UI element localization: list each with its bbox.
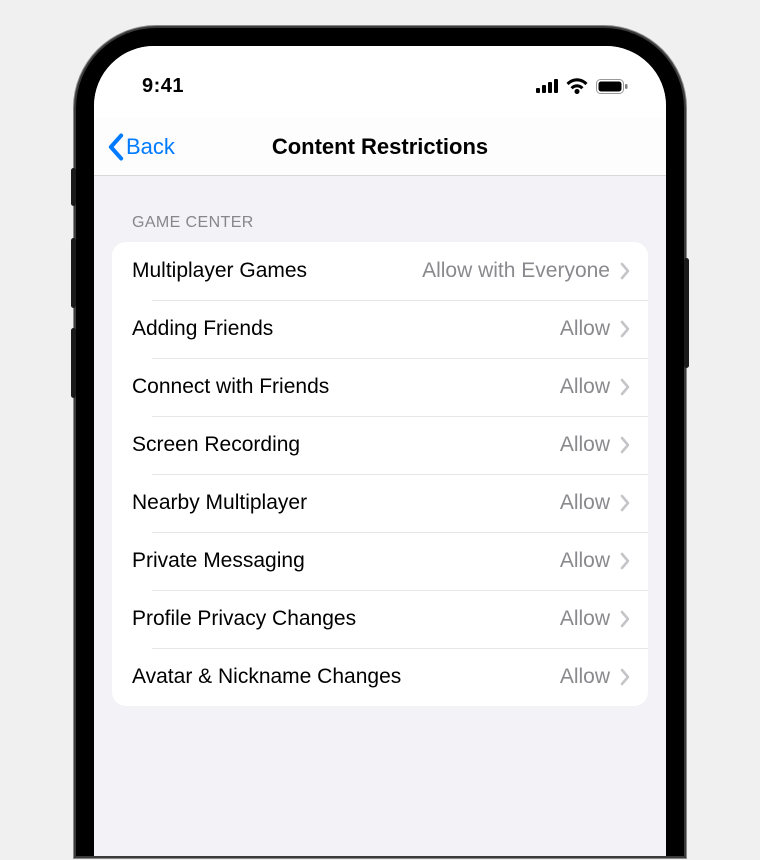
phone-frame: 9:41 [76,28,684,856]
chevron-right-icon [620,552,630,570]
row-label: Adding Friends [132,317,273,341]
volume-down-button [71,328,76,398]
chevron-right-icon [620,494,630,512]
battery-icon [596,79,628,94]
status-bar: 9:41 [94,46,666,118]
row-profile-privacy-changes[interactable]: Profile Privacy Changes Allow [132,590,648,648]
row-label: Multiplayer Games [132,259,307,283]
chevron-right-icon [620,610,630,628]
row-label: Profile Privacy Changes [132,607,356,631]
nav-bar: Back Content Restrictions [94,118,666,176]
chevron-right-icon [620,320,630,338]
back-button[interactable]: Back [108,133,175,161]
silent-switch [71,168,76,206]
row-label: Private Messaging [132,549,305,573]
row-connect-with-friends[interactable]: Connect with Friends Allow [132,358,648,416]
status-time: 9:41 [142,75,184,98]
chevron-right-icon [620,436,630,454]
row-screen-recording[interactable]: Screen Recording Allow [132,416,648,474]
back-label: Back [126,134,175,160]
row-value: Allow [560,433,610,457]
row-value: Allow with Everyone [422,259,610,283]
chevron-right-icon [620,378,630,396]
status-icons [536,78,628,94]
row-value: Allow [560,607,610,631]
content: Game Center Multiplayer Games Allow with… [94,176,666,706]
row-nearby-multiplayer[interactable]: Nearby Multiplayer Allow [132,474,648,532]
row-multiplayer-games[interactable]: Multiplayer Games Allow with Everyone [112,242,648,300]
settings-list: Multiplayer Games Allow with Everyone Ad… [112,242,648,706]
row-label: Connect with Friends [132,375,329,399]
row-value: Allow [560,317,610,341]
chevron-right-icon [620,668,630,686]
cellular-icon [536,79,558,93]
row-value: Allow [560,491,610,515]
volume-up-button [71,238,76,308]
chevron-left-icon [108,133,124,161]
row-private-messaging[interactable]: Private Messaging Allow [132,532,648,590]
screen: 9:41 [94,46,666,856]
row-avatar-nickname-changes[interactable]: Avatar & Nickname Changes Allow [132,648,648,706]
row-label: Screen Recording [132,433,300,457]
wifi-icon [566,78,588,94]
row-adding-friends[interactable]: Adding Friends Allow [132,300,648,358]
power-button [684,258,689,368]
chevron-right-icon [620,262,630,280]
row-value: Allow [560,549,610,573]
row-label: Avatar & Nickname Changes [132,665,401,689]
row-value: Allow [560,375,610,399]
row-label: Nearby Multiplayer [132,491,307,515]
row-value: Allow [560,665,610,689]
section-header-game-center: Game Center [112,176,648,242]
page-title: Content Restrictions [94,134,666,160]
